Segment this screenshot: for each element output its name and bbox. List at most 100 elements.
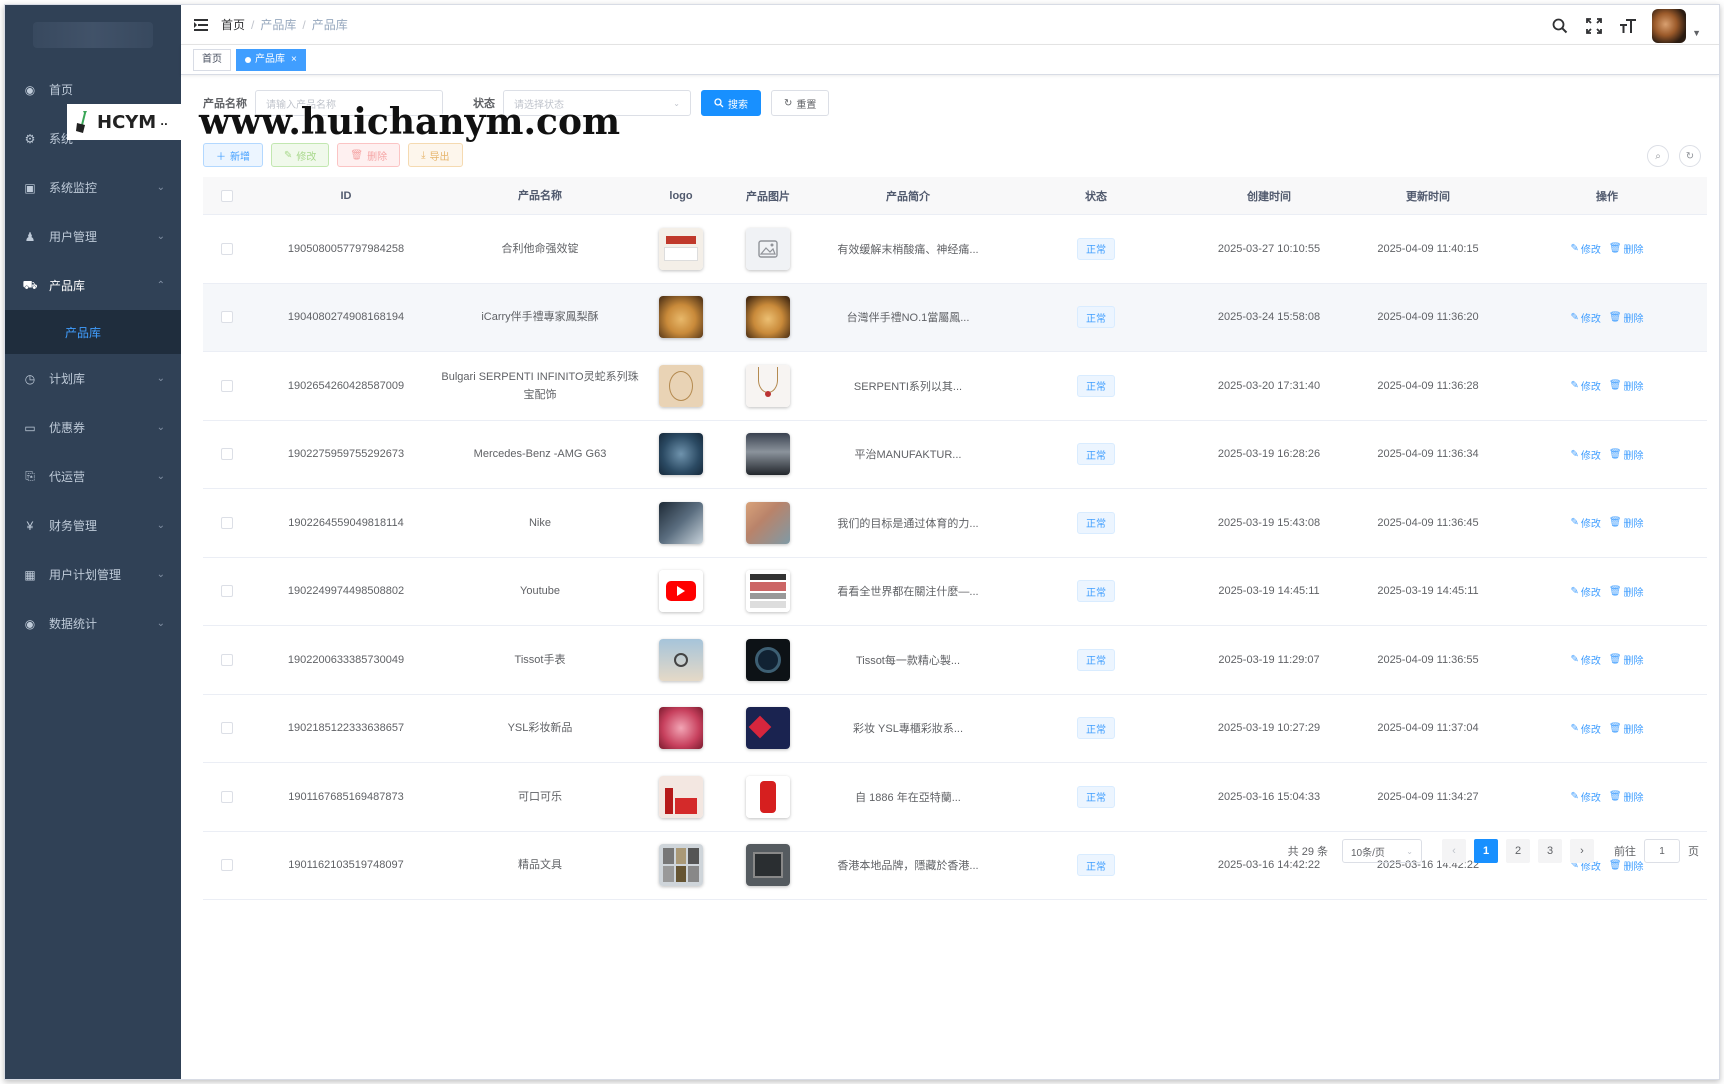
sidebar-subitem-product-library[interactable]: 产品库 (5, 310, 181, 354)
cell-updated: 2025-04-09 11:36:20 (1377, 311, 1479, 324)
product-image[interactable] (746, 707, 790, 750)
product-image[interactable] (746, 364, 790, 407)
cell-id: 1902264559049818114 (288, 516, 404, 529)
row-edit-button[interactable]: ✎ 修改 (1570, 721, 1600, 736)
close-icon[interactable]: × (291, 50, 297, 70)
row-delete-label: 删除 (1623, 587, 1644, 599)
watermark-url: www.huichanym.com (199, 101, 621, 143)
add-button[interactable]: ＋ 新增 (203, 143, 263, 167)
sidebar-item[interactable]: ⎘ 代运营 ⌄ (5, 452, 181, 501)
row-edit-label: 修改 (1580, 450, 1601, 462)
row-checkbox[interactable] (221, 790, 233, 803)
sidebar-item[interactable]: ¥ 财务管理 ⌄ (5, 501, 181, 550)
delete-button[interactable]: 🗑 删除 (337, 143, 401, 167)
product-image[interactable] (746, 433, 790, 476)
row-delete-button[interactable]: 🗑 删除 (1609, 584, 1644, 599)
breadcrumb-current: 产品库 (311, 18, 348, 32)
export-button[interactable]: ⤓ 导出 (408, 143, 463, 167)
font-size-icon[interactable] (1618, 16, 1638, 36)
page-3-button[interactable]: 3 (1538, 839, 1562, 863)
product-logo-image[interactable] (659, 570, 703, 613)
row-checkbox[interactable] (221, 722, 233, 735)
sidebar-item[interactable]: ▭ 优惠券 ⌄ (5, 403, 181, 452)
product-image[interactable] (746, 638, 790, 681)
search-icon (714, 98, 724, 108)
search-button[interactable]: 搜索 (701, 90, 761, 116)
tag-product-library[interactable]: 产品库 × (236, 48, 306, 71)
row-checkbox[interactable] (221, 516, 233, 529)
product-image[interactable] (746, 227, 790, 270)
row-edit-button[interactable]: ✎ 修改 (1570, 447, 1600, 462)
product-logo-image[interactable] (659, 296, 703, 339)
row-edit-button[interactable]: ✎ 修改 (1570, 652, 1600, 667)
product-image[interactable] (746, 844, 790, 887)
row-delete-button[interactable]: 🗑 删除 (1609, 241, 1644, 256)
sidebar-item[interactable]: ⛟ 产品库 ⌃ (5, 261, 181, 310)
product-image[interactable] (746, 570, 790, 613)
trash-icon: 🗑 (350, 149, 364, 161)
tag-home[interactable]: 首页 (193, 48, 231, 71)
row-checkbox[interactable] (221, 585, 233, 598)
page-size-select[interactable]: 10条/页 ⌄ (1342, 839, 1422, 863)
reset-button[interactable]: ↻ 重置 (771, 90, 830, 116)
toggle-search-icon[interactable]: ⌕ (1647, 145, 1669, 167)
hamburger-icon[interactable] (181, 5, 221, 45)
sidebar-item[interactable]: ▣ 系统监控 ⌄ (5, 163, 181, 212)
row-checkbox[interactable] (221, 242, 233, 255)
product-logo-image[interactable] (659, 775, 703, 818)
product-image[interactable] (746, 296, 790, 339)
page-1-button[interactable]: 1 (1474, 839, 1498, 863)
sidebar-item[interactable]: ◉ 数据统计 ⌄ (5, 599, 181, 648)
sidebar-item[interactable]: ◷ 计划库 ⌄ (5, 354, 181, 403)
row-checkbox[interactable] (221, 379, 233, 392)
cell-name: iCarry伴手禮專家鳳梨酥 (481, 311, 599, 324)
row-delete-button[interactable]: 🗑 删除 (1609, 652, 1644, 667)
row-edit-button[interactable]: ✎ 修改 (1570, 789, 1600, 804)
row-checkbox[interactable] (221, 653, 233, 666)
row-edit-button[interactable]: ✎ 修改 (1570, 241, 1600, 256)
row-edit-button[interactable]: ✎ 修改 (1570, 378, 1600, 393)
chevron-down-icon: ⌄ (156, 231, 165, 242)
product-logo-image[interactable] (659, 707, 703, 750)
page-2-button[interactable]: 2 (1506, 839, 1530, 863)
product-logo-image[interactable] (659, 844, 703, 887)
row-delete-button[interactable]: 🗑 删除 (1609, 378, 1644, 393)
row-edit-label: 修改 (1580, 313, 1601, 325)
product-logo-image[interactable] (659, 638, 703, 681)
edit-button[interactable]: ✎ 修改 (271, 143, 330, 167)
row-edit-button[interactable]: ✎ 修改 (1570, 310, 1600, 325)
row-checkbox[interactable] (221, 448, 233, 461)
prev-page-button[interactable]: ‹ (1442, 839, 1466, 863)
app-window: ◉ 首页 ⚙ 系统 ▣ 系统监控 ⌄ ♟ 用户管理 ⌄ ⛟ 产品库 ⌃ 产品库 ◷ 计划库 ⌄ ▭ 优惠券 ⌄ ⎘ 代运营… (4, 4, 1720, 1080)
table-row: 1902200633385730049 Tissot手表 Tissot每一款精心製.… (203, 626, 1707, 695)
row-delete-button[interactable]: 🗑 删除 (1609, 721, 1644, 736)
refresh-icon[interactable]: ↻ (1679, 145, 1701, 167)
product-image[interactable] (746, 501, 790, 544)
shovel-icon (76, 111, 87, 133)
row-delete-button[interactable]: 🗑 删除 (1609, 447, 1644, 462)
next-page-button[interactable]: › (1570, 839, 1594, 863)
avatar[interactable] (1652, 9, 1687, 43)
select-all-checkbox[interactable] (221, 189, 233, 202)
sidebar-item[interactable]: ▦ 用户计划管理 ⌄ (5, 550, 181, 599)
row-checkbox[interactable] (221, 859, 233, 872)
chevron-down-icon[interactable]: ▼ (1692, 28, 1701, 38)
row-checkbox[interactable] (221, 311, 233, 324)
product-logo-image[interactable] (659, 501, 703, 544)
product-image[interactable] (746, 775, 790, 818)
goto-page-input[interactable]: 1 (1644, 839, 1680, 863)
row-delete-button[interactable]: 🗑 删除 (1609, 515, 1644, 530)
product-logo-image[interactable] (659, 227, 703, 270)
breadcrumb-home[interactable]: 首页 (221, 16, 245, 33)
row-edit-button[interactable]: ✎ 修改 (1570, 515, 1600, 530)
row-delete-button[interactable]: 🗑 删除 (1609, 310, 1644, 325)
sidebar-item[interactable]: ♟ 用户管理 ⌄ (5, 212, 181, 261)
product-logo-image[interactable] (659, 433, 703, 476)
cell-id: 1902185122333638657 (287, 722, 405, 735)
cell-name: YSL彩妆新品 (507, 722, 573, 735)
product-logo-image[interactable] (659, 364, 703, 407)
fullscreen-icon[interactable] (1584, 16, 1604, 36)
search-icon[interactable] (1550, 16, 1570, 36)
row-edit-button[interactable]: ✎ 修改 (1570, 584, 1600, 599)
row-delete-button[interactable]: 🗑 删除 (1609, 789, 1644, 804)
